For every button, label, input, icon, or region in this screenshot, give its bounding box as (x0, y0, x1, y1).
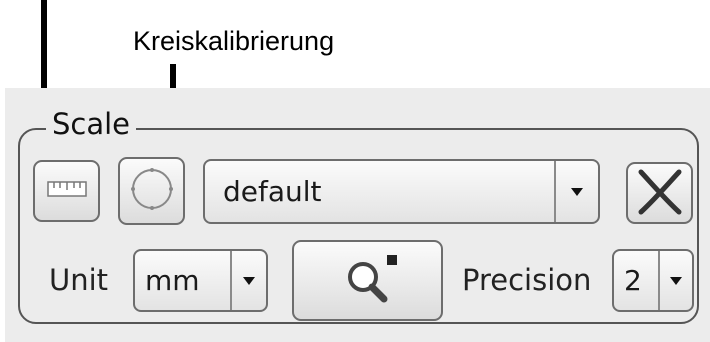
annotation-label: Kreiskalibrierung (133, 26, 335, 56)
chevron-down-icon[interactable] (658, 251, 692, 310)
precision-select[interactable]: 2 (612, 249, 694, 312)
chevron-down-icon[interactable] (230, 251, 266, 310)
circle-calibration-button[interactable] (118, 157, 185, 225)
magnifier-icon (333, 252, 403, 310)
chevron-down-icon[interactable] (554, 161, 598, 222)
precision-label: Precision (462, 263, 592, 297)
ruler-button[interactable] (33, 160, 100, 222)
profile-select-value: default (223, 175, 322, 208)
unit-select-value: mm (145, 264, 200, 297)
scale-group-title: Scale (46, 100, 137, 148)
circle-calibration-icon (129, 166, 175, 216)
precision-select-value: 2 (624, 264, 642, 297)
unit-label: Unit (49, 263, 109, 297)
ruler-icon (46, 180, 87, 202)
clear-button[interactable] (626, 162, 693, 224)
zoom-button[interactable] (292, 240, 443, 321)
unit-select[interactable]: mm (133, 249, 268, 312)
x-icon (635, 167, 685, 219)
profile-select[interactable]: default (203, 159, 600, 224)
